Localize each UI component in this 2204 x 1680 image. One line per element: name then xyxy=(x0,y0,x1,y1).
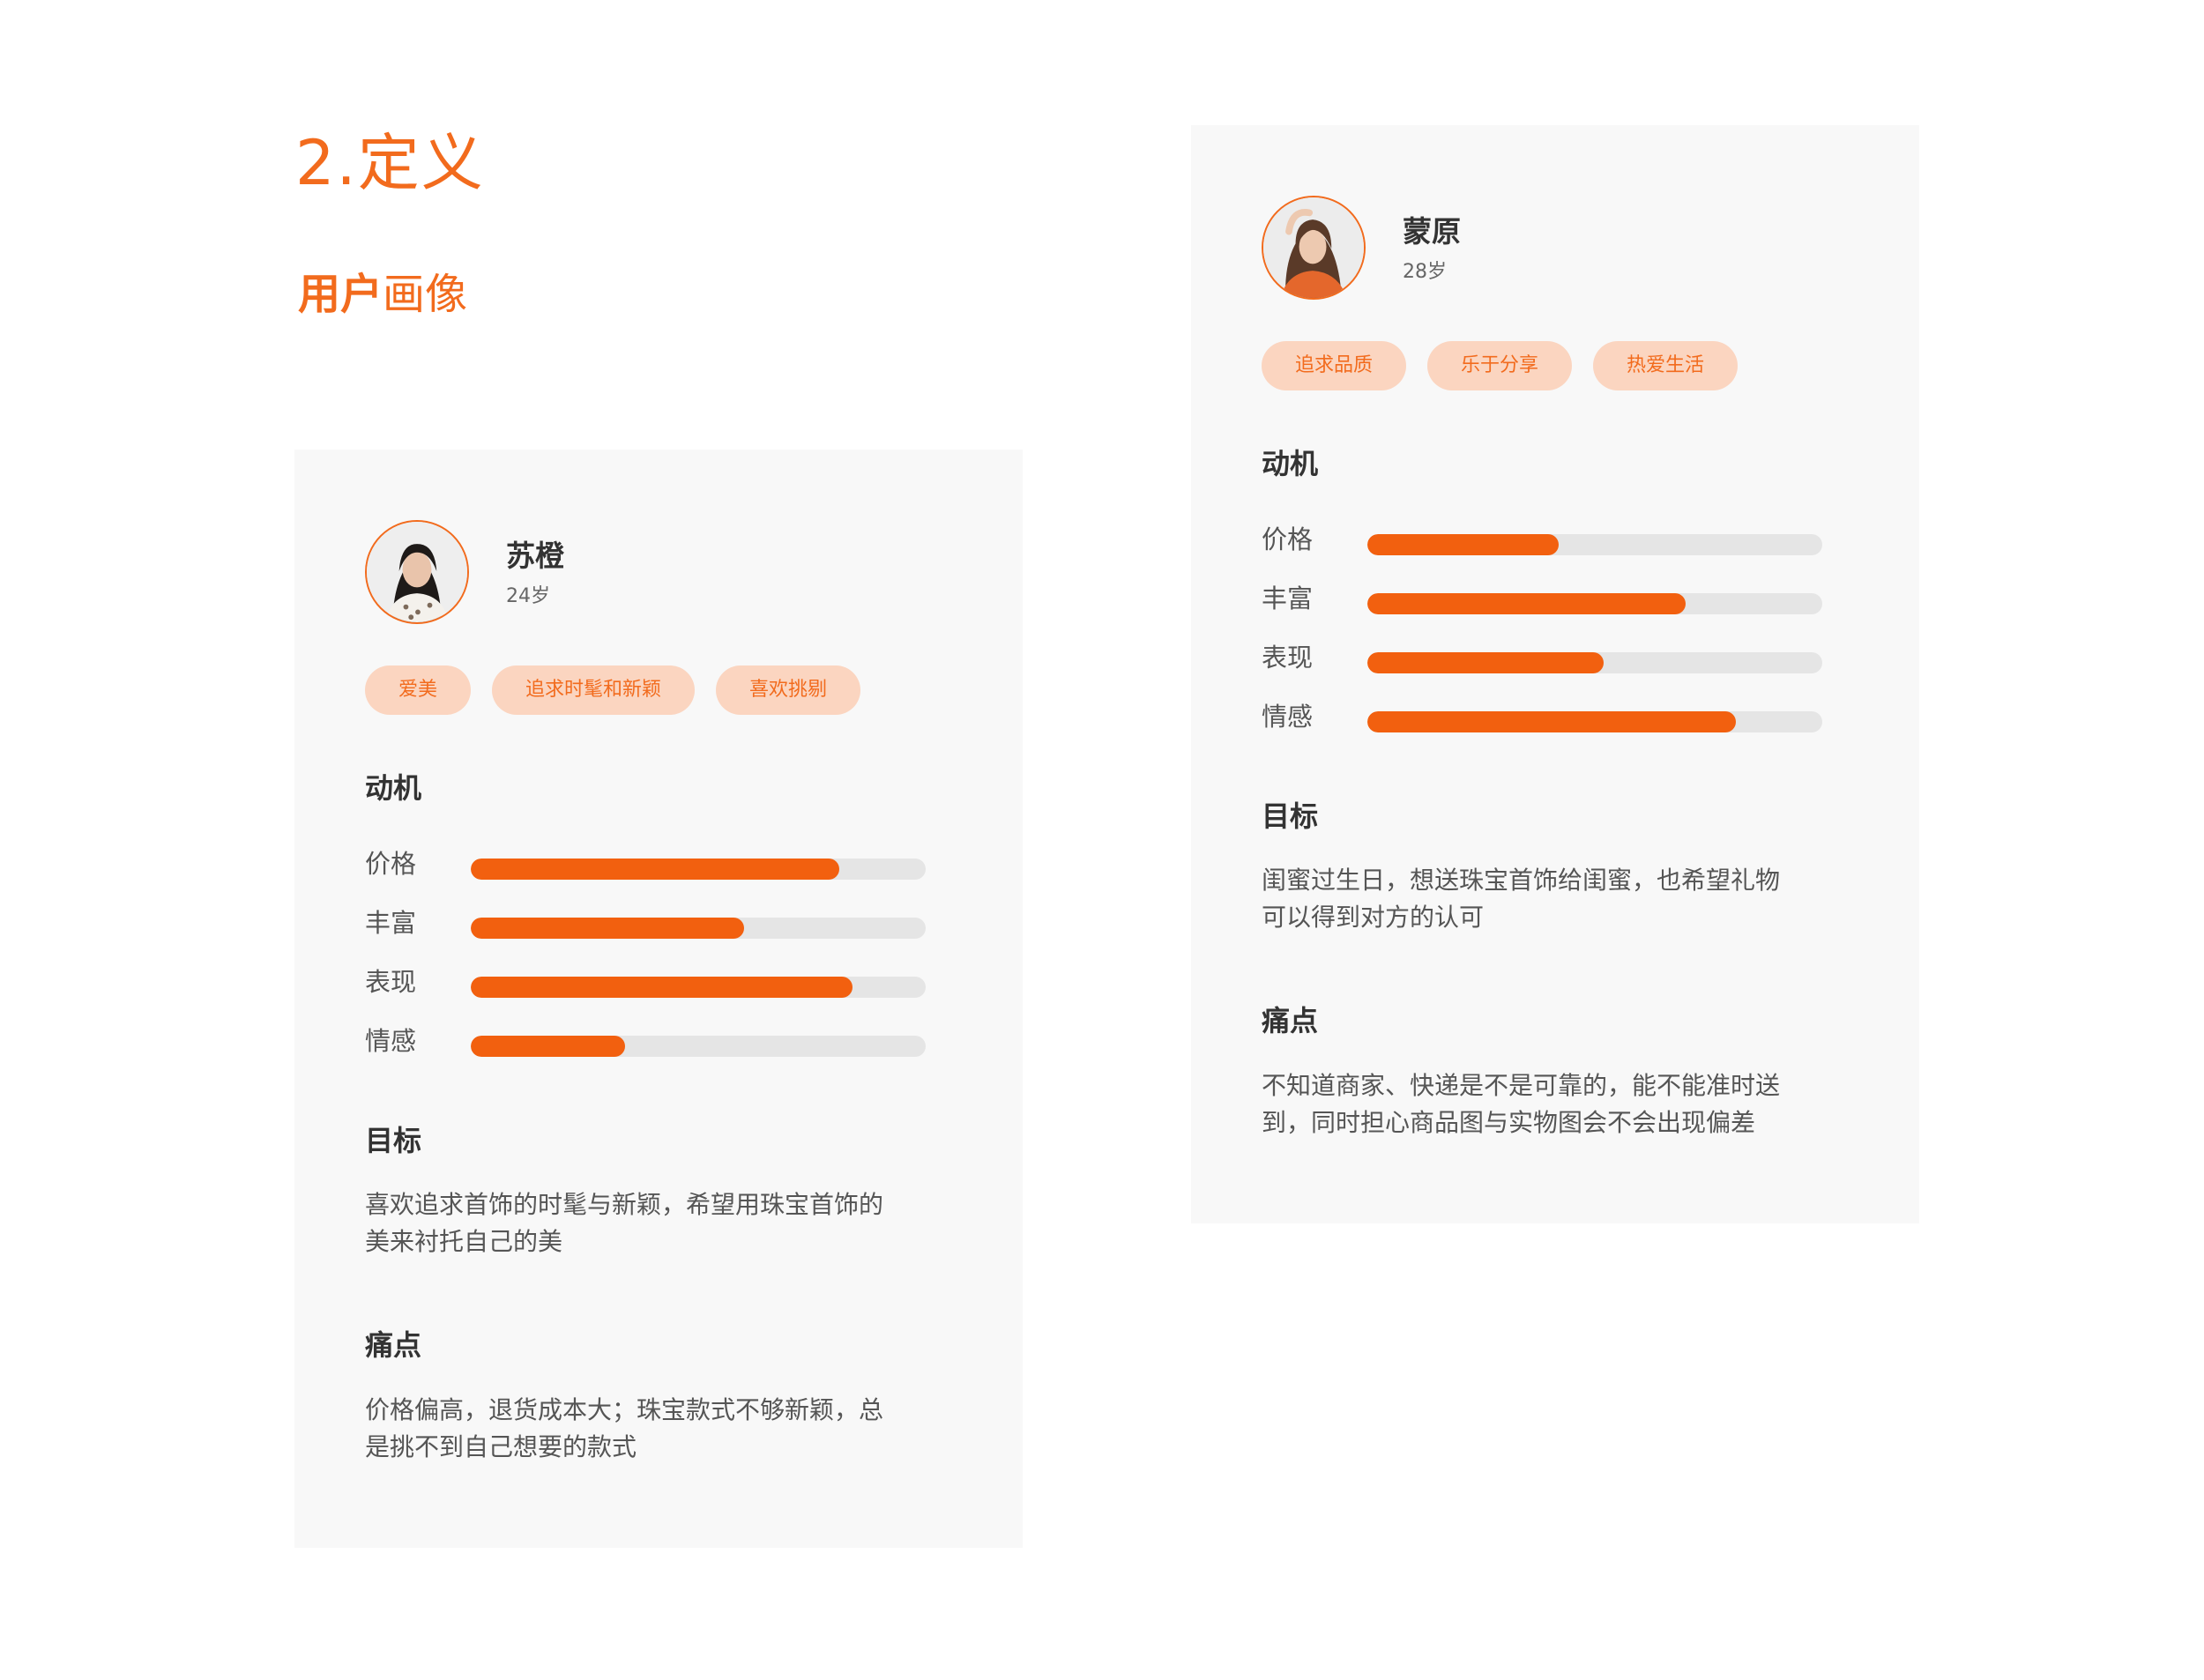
goal-text: 闺蜜过生日，想送珠宝首饰给闺蜜，也希望礼物 可以得到对方的认可 xyxy=(1262,862,1826,936)
goal-line: 美来衬托自己的美 xyxy=(365,1227,563,1256)
progress-fill xyxy=(471,859,839,880)
progress-track xyxy=(1367,711,1822,732)
subtitle-bold: 用户 xyxy=(298,270,383,319)
motivation-heading: 动机 xyxy=(365,771,422,805)
goal-heading: 目标 xyxy=(1262,799,1319,833)
metric-row-emotion: 情感 xyxy=(365,1025,929,1060)
metric-label: 丰富 xyxy=(1262,584,1314,613)
progress-fill xyxy=(1367,652,1605,673)
metric-label: 丰富 xyxy=(365,908,417,938)
metric-label: 表现 xyxy=(365,967,417,997)
motivation-heading: 动机 xyxy=(1262,447,1319,480)
progress-track xyxy=(471,1036,926,1057)
progress-fill xyxy=(471,1036,626,1057)
persona-name: 苏橙 xyxy=(506,539,564,573)
pain-line: 价格偏高，退货成本大；珠宝款式不够新颖，总 xyxy=(365,1395,884,1424)
metric-label: 表现 xyxy=(1262,643,1314,673)
tag: 热爱生活 xyxy=(1593,341,1739,390)
persona-age: 24岁 xyxy=(506,585,550,607)
metric-row-performance: 表现 xyxy=(1262,642,1826,677)
progress-fill xyxy=(1367,593,1687,614)
tag: 喜欢挑剔 xyxy=(716,665,861,715)
persona-card: 蒙原 28岁 追求品质 乐于分享 热爱生活 动机 价格 丰富 表现 情感 目标 … xyxy=(1191,125,1919,1223)
metric-row-rich: 丰富 xyxy=(365,907,929,942)
progress-track xyxy=(1367,593,1822,614)
pain-line: 是挑不到自己想要的款式 xyxy=(365,1432,637,1461)
metric-row-performance: 表现 xyxy=(365,966,929,1001)
progress-track xyxy=(471,859,926,880)
progress-fill xyxy=(471,977,853,998)
progress-fill xyxy=(1367,711,1736,732)
tag: 追求时髦和新颖 xyxy=(492,665,696,715)
portrait-image xyxy=(367,522,467,622)
tag: 乐于分享 xyxy=(1427,341,1573,390)
metric-row-emotion: 情感 xyxy=(1262,701,1826,736)
pain-line: 到，同时担心商品图与实物图会不会出现偏差 xyxy=(1262,1108,1756,1137)
metric-row-price: 价格 xyxy=(1262,524,1826,559)
tag: 追求品质 xyxy=(1262,341,1407,390)
avatar xyxy=(1262,196,1366,300)
progress-fill xyxy=(1367,534,1559,555)
progress-track xyxy=(1367,652,1822,673)
section-title: 2.定义 xyxy=(295,127,485,199)
pain-line: 不知道商家、快递是不是可靠的，能不能准时送 xyxy=(1262,1071,1781,1100)
metric-row-price: 价格 xyxy=(365,848,929,883)
metric-label: 情感 xyxy=(1262,702,1314,732)
progress-fill xyxy=(471,918,744,939)
goal-text: 喜欢追求首饰的时髦与新颖，希望用珠宝首饰的 美来衬托自己的美 xyxy=(365,1186,929,1260)
metric-label: 价格 xyxy=(365,849,417,879)
progress-track xyxy=(471,918,926,939)
tag: 爱美 xyxy=(365,665,472,715)
metric-label: 情感 xyxy=(365,1026,417,1056)
avatar xyxy=(365,520,469,624)
pain-heading: 痛点 xyxy=(1262,1004,1319,1037)
metric-label: 价格 xyxy=(1262,524,1314,554)
goal-heading: 目标 xyxy=(365,1124,422,1157)
persona-age: 28岁 xyxy=(1403,261,1447,283)
progress-track xyxy=(471,977,926,998)
pain-heading: 痛点 xyxy=(365,1328,422,1362)
tag-list: 爱美 追求时髦和新颖 喜欢挑剔 xyxy=(365,665,861,715)
pain-text: 不知道商家、快递是不是可靠的，能不能准时送 到，同时担心商品图与实物图会不会出现… xyxy=(1262,1067,1826,1141)
subtitle: 用户画像 xyxy=(298,273,467,316)
pain-text: 价格偏高，退货成本大；珠宝款式不够新颖，总 是挑不到自己想要的款式 xyxy=(365,1392,929,1466)
progress-track xyxy=(1367,534,1822,555)
portrait-image xyxy=(1263,197,1364,298)
persona-card: 苏橙 24岁 爱美 追求时髦和新颖 喜欢挑剔 动机 价格 丰富 表现 情感 目标… xyxy=(294,450,1023,1548)
subtitle-normal: 画像 xyxy=(383,270,468,319)
persona-name: 蒙原 xyxy=(1403,214,1461,249)
metric-row-rich: 丰富 xyxy=(1262,583,1826,618)
goal-line: 喜欢追求首饰的时髦与新颖，希望用珠宝首饰的 xyxy=(365,1190,884,1219)
tag-list: 追求品质 乐于分享 热爱生活 xyxy=(1262,341,1739,390)
goal-line: 闺蜜过生日，想送珠宝首饰给闺蜜，也希望礼物 xyxy=(1262,866,1781,895)
goal-line: 可以得到对方的认可 xyxy=(1262,903,1485,932)
